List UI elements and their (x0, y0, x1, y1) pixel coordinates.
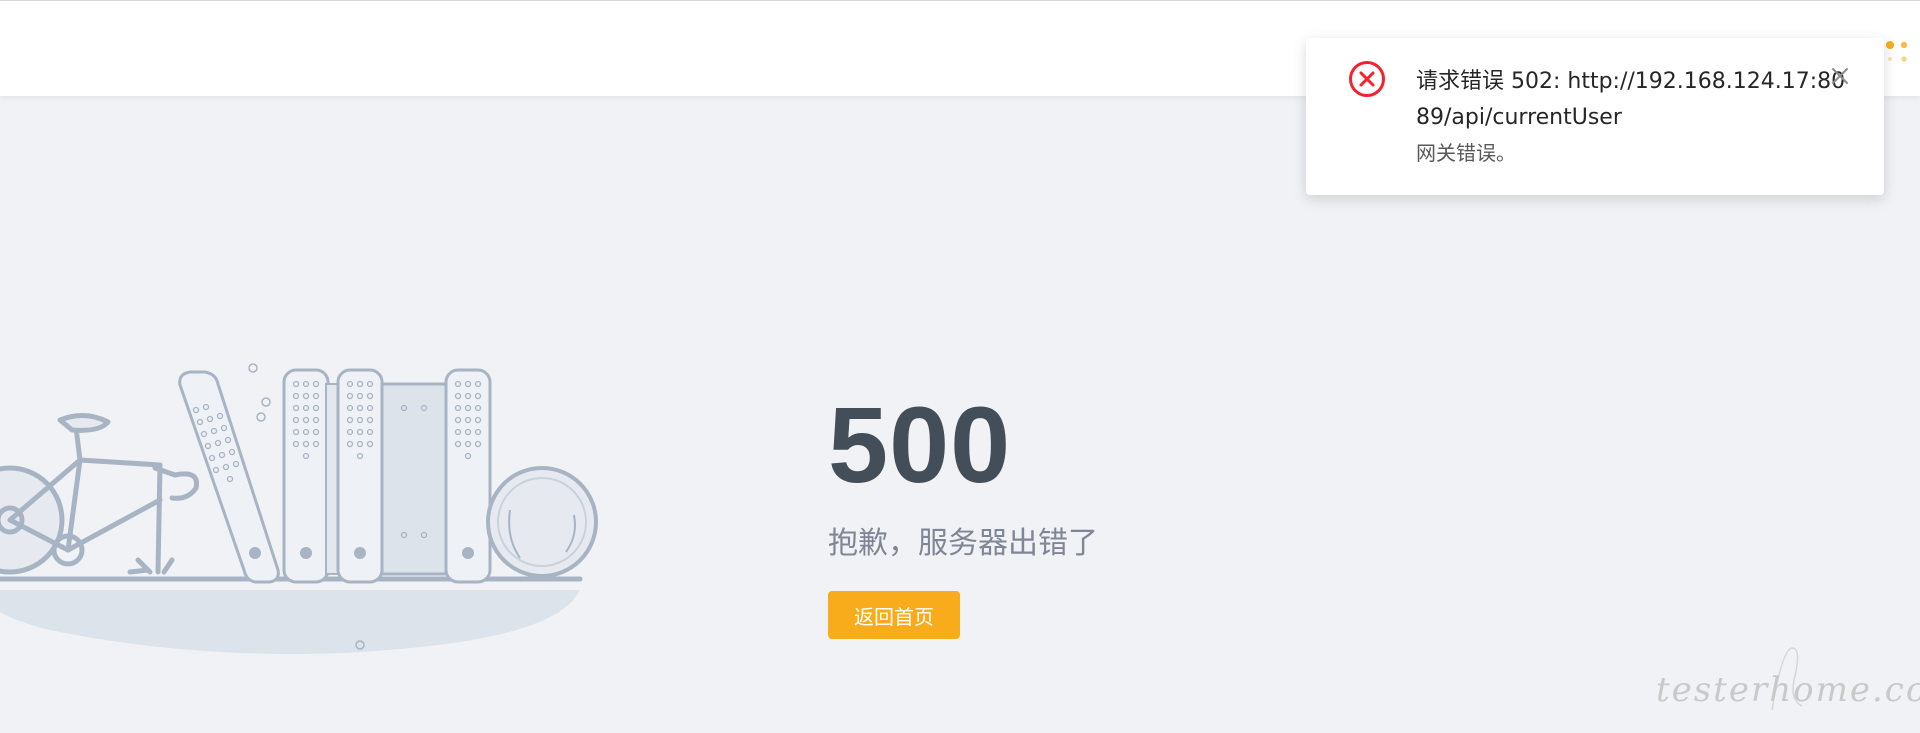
box-icon (380, 382, 448, 576)
error-illustration (0, 363, 598, 654)
loading-spinner-icon (1886, 41, 1908, 62)
notification-description: 网关错误。 (1416, 141, 1516, 165)
notification-title: 请求错误 502: http://192.168.124.17:8089/api… (1416, 69, 1846, 130)
error-code: 500 (828, 384, 1012, 505)
back-home-button[interactable]: 返回首页 (828, 591, 960, 639)
error-notification: 请求错误 502: http://192.168.124.17:8089/api… (1306, 38, 1884, 195)
sphere-icon (486, 466, 598, 578)
book-icon (282, 368, 330, 584)
close-icon[interactable] (1828, 64, 1852, 88)
book-icon (336, 368, 384, 584)
book-icon (444, 368, 492, 584)
bicycle-icon (0, 413, 200, 575)
error-circle-icon (1349, 61, 1385, 97)
watermark-text: testerhome.com (1656, 670, 1920, 710)
error-description: 抱歉，服务器出错了 (828, 526, 1098, 561)
